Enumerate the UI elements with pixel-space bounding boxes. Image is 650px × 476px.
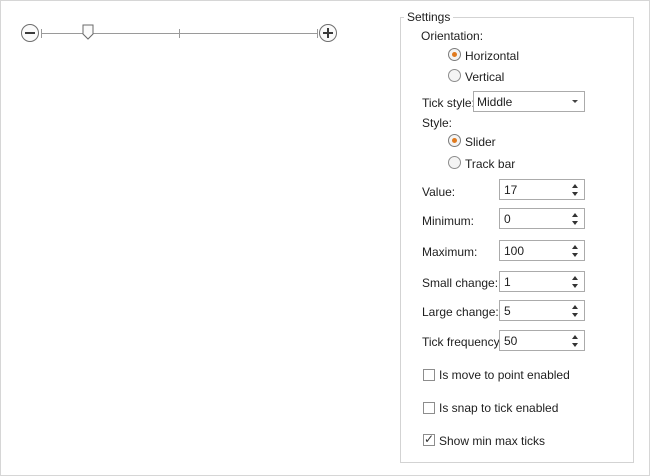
spin-up-icon[interactable] bbox=[572, 245, 578, 249]
spin-up-icon[interactable] bbox=[572, 335, 578, 339]
small-change-input[interactable]: 1 bbox=[504, 275, 511, 289]
large-change-spinner[interactable]: 5 bbox=[499, 300, 585, 321]
increase-button[interactable] bbox=[319, 24, 337, 42]
spin-down-icon[interactable] bbox=[572, 284, 578, 288]
value-label: Value: bbox=[422, 185, 456, 199]
radio-selected-icon[interactable] bbox=[448, 134, 461, 147]
checkbox-checked-icon[interactable] bbox=[423, 432, 435, 446]
radio-selected-icon[interactable] bbox=[448, 48, 461, 61]
large-change-input[interactable]: 5 bbox=[504, 304, 511, 318]
large-change-label: Large change: bbox=[422, 305, 499, 319]
tick-mark bbox=[41, 29, 42, 38]
style-trackbar-label[interactable]: Track bar bbox=[465, 157, 515, 171]
tick-mark bbox=[317, 29, 318, 38]
spin-up-icon[interactable] bbox=[572, 305, 578, 309]
spin-down-icon[interactable] bbox=[572, 313, 578, 317]
spin-down-icon[interactable] bbox=[572, 343, 578, 347]
snap-to-tick-label[interactable]: Is snap to tick enabled bbox=[439, 401, 558, 415]
tick-mark bbox=[179, 29, 180, 38]
maximum-spinner[interactable]: 100 bbox=[499, 240, 585, 261]
spin-down-icon[interactable] bbox=[572, 192, 578, 196]
tick-frequency-label: Tick frequency: bbox=[422, 335, 503, 349]
spin-up-icon[interactable] bbox=[572, 276, 578, 280]
spin-down-icon[interactable] bbox=[572, 221, 578, 225]
orientation-horizontal-label[interactable]: Horizontal bbox=[465, 49, 519, 63]
orientation-vertical-label[interactable]: Vertical bbox=[465, 70, 504, 84]
style-slider-label[interactable]: Slider bbox=[465, 135, 496, 149]
show-min-max-ticks-label[interactable]: Show min max ticks bbox=[439, 434, 545, 448]
small-change-label: Small change: bbox=[422, 276, 499, 290]
maximum-input[interactable]: 100 bbox=[504, 244, 524, 258]
settings-title: Settings bbox=[404, 10, 454, 24]
spin-up-icon[interactable] bbox=[572, 213, 578, 217]
tick-style-value: Middle bbox=[477, 95, 513, 109]
minimum-label: Minimum: bbox=[422, 214, 475, 228]
move-to-point-label[interactable]: Is move to point enabled bbox=[439, 368, 570, 382]
minimum-input[interactable]: 0 bbox=[504, 212, 511, 226]
radio-unselected-icon[interactable] bbox=[448, 69, 461, 82]
small-change-spinner[interactable]: 1 bbox=[499, 271, 585, 292]
slider[interactable] bbox=[19, 23, 341, 45]
minimum-spinner[interactable]: 0 bbox=[499, 208, 585, 229]
value-spinner[interactable]: 17 bbox=[499, 179, 585, 200]
style-label: Style: bbox=[422, 116, 453, 130]
dropdown-arrow-icon[interactable] bbox=[572, 100, 578, 103]
decrease-button[interactable] bbox=[21, 24, 39, 42]
value-input[interactable]: 17 bbox=[504, 183, 517, 197]
spin-up-icon[interactable] bbox=[572, 184, 578, 188]
radio-unselected-icon[interactable] bbox=[448, 156, 461, 169]
spin-down-icon[interactable] bbox=[572, 253, 578, 257]
tick-style-label: Tick style: bbox=[422, 96, 475, 110]
tick-frequency-input[interactable]: 50 bbox=[504, 334, 517, 348]
maximum-label: Maximum: bbox=[422, 245, 478, 259]
checkbox-unchecked-icon[interactable] bbox=[423, 402, 435, 414]
tick-frequency-spinner[interactable]: 50 bbox=[499, 330, 585, 351]
checkbox-unchecked-icon[interactable] bbox=[423, 369, 435, 381]
orientation-label: Orientation: bbox=[421, 29, 484, 43]
tick-style-dropdown[interactable]: Middle bbox=[473, 91, 585, 112]
slider-thumb[interactable] bbox=[82, 24, 94, 40]
